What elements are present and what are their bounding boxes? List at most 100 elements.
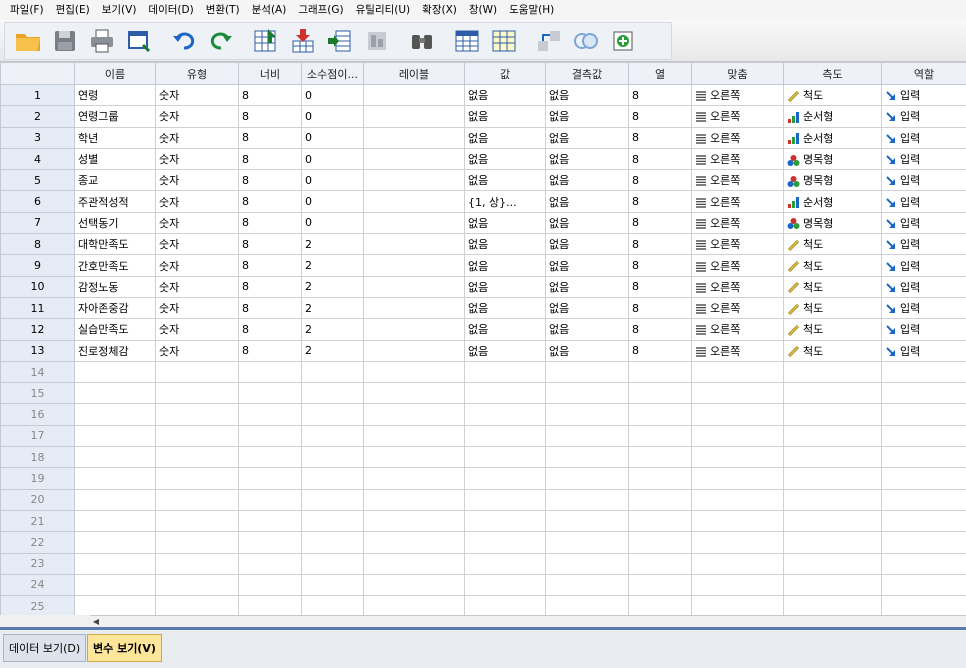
- cell-align[interactable]: 오른쪽: [691, 275, 784, 298]
- cell-align[interactable]: 오른쪽: [691, 105, 784, 128]
- empty-cell[interactable]: [881, 403, 966, 426]
- empty-cell[interactable]: [628, 509, 692, 533]
- cell-align[interactable]: 오른쪽: [691, 126, 784, 149]
- cell-cols[interactable]: 8: [628, 169, 692, 192]
- empty-cell[interactable]: [238, 467, 302, 490]
- cell-align[interactable]: 오른쪽: [691, 318, 784, 341]
- menu-item[interactable]: 보기(V): [96, 0, 143, 20]
- empty-cell[interactable]: [628, 488, 692, 511]
- empty-cell[interactable]: [363, 595, 465, 615]
- cell-values[interactable]: {1, 상}...: [464, 190, 546, 213]
- empty-cell[interactable]: [691, 509, 784, 533]
- cell-type[interactable]: 숫자: [155, 296, 239, 320]
- cell-cols[interactable]: 8: [628, 211, 692, 235]
- cell-role[interactable]: 입력: [881, 254, 966, 277]
- cell-measure[interactable]: 순서형: [783, 190, 882, 213]
- empty-cell[interactable]: [301, 360, 364, 384]
- empty-cell[interactable]: [363, 488, 465, 511]
- value-labels-icon[interactable]: [569, 24, 603, 58]
- empty-cell[interactable]: [155, 382, 239, 405]
- empty-cell[interactable]: [238, 531, 302, 554]
- cell-width[interactable]: 8: [238, 211, 302, 235]
- cell-measure[interactable]: 척도: [783, 83, 882, 107]
- cell-dec[interactable]: 0: [301, 147, 364, 171]
- empty-cell[interactable]: [628, 531, 692, 554]
- empty-cell[interactable]: [301, 403, 364, 426]
- empty-cell[interactable]: [545, 509, 629, 533]
- cell-name[interactable]: 자아존중감: [74, 296, 156, 320]
- empty-cell[interactable]: [881, 382, 966, 405]
- cell-label[interactable]: [363, 233, 465, 256]
- column-header[interactable]: 결측값: [545, 62, 629, 85]
- empty-cell[interactable]: [301, 552, 364, 575]
- empty-cell[interactable]: [464, 595, 546, 615]
- cell-values[interactable]: 없음: [464, 126, 546, 149]
- cell-width[interactable]: 8: [238, 254, 302, 277]
- cell-role[interactable]: 입력: [881, 105, 966, 128]
- empty-cell[interactable]: [881, 552, 966, 575]
- cell-missing[interactable]: 없음: [545, 83, 629, 107]
- empty-cell[interactable]: [691, 552, 784, 575]
- empty-cell[interactable]: [238, 382, 302, 405]
- row-header[interactable]: 16: [0, 403, 75, 426]
- menu-item[interactable]: 도움말(H): [503, 0, 560, 20]
- empty-cell[interactable]: [464, 509, 546, 533]
- row-header[interactable]: 15: [0, 382, 75, 405]
- empty-cell[interactable]: [238, 446, 302, 469]
- cell-missing[interactable]: 없음: [545, 233, 629, 256]
- empty-cell[interactable]: [783, 488, 882, 511]
- empty-cell[interactable]: [545, 382, 629, 405]
- empty-cell[interactable]: [363, 552, 465, 575]
- insert-variable-icon[interactable]: [487, 24, 521, 58]
- cell-name[interactable]: 연령그룹: [74, 105, 156, 128]
- cell-measure[interactable]: 명목형: [783, 211, 882, 235]
- cell-align[interactable]: 오른쪽: [691, 211, 784, 235]
- cell-align[interactable]: 오른쪽: [691, 147, 784, 171]
- empty-cell[interactable]: [363, 403, 465, 426]
- cell-cols[interactable]: 8: [628, 147, 692, 171]
- empty-cell[interactable]: [363, 446, 465, 469]
- insert-cases-icon[interactable]: [450, 24, 484, 58]
- empty-cell[interactable]: [155, 446, 239, 469]
- cell-dec[interactable]: 0: [301, 126, 364, 149]
- tab-variable-view[interactable]: 변수 보기(V): [87, 634, 162, 662]
- empty-cell[interactable]: [628, 573, 692, 597]
- menu-item[interactable]: 데이터(D): [142, 0, 199, 20]
- empty-cell[interactable]: [74, 531, 156, 554]
- cell-name[interactable]: 감정노동: [74, 275, 156, 298]
- cell-cols[interactable]: 8: [628, 296, 692, 320]
- empty-cell[interactable]: [301, 509, 364, 533]
- cell-cols[interactable]: 8: [628, 105, 692, 128]
- cell-role[interactable]: 입력: [881, 211, 966, 235]
- cell-cols[interactable]: 8: [628, 83, 692, 107]
- cell-width[interactable]: 8: [238, 190, 302, 213]
- corner-header[interactable]: [0, 62, 75, 85]
- cell-measure[interactable]: 척도: [783, 254, 882, 277]
- open-folder-icon[interactable]: [11, 24, 45, 58]
- horizontal-scrollbar[interactable]: ◀: [90, 615, 966, 627]
- use-variable-sets-icon[interactable]: [606, 24, 640, 58]
- empty-cell[interactable]: [155, 531, 239, 554]
- menu-item[interactable]: 그래프(G): [292, 0, 349, 20]
- empty-cell[interactable]: [464, 573, 546, 597]
- cell-width[interactable]: 8: [238, 339, 302, 362]
- cell-type[interactable]: 숫자: [155, 169, 239, 192]
- cell-measure[interactable]: 명목형: [783, 147, 882, 171]
- cell-label[interactable]: [363, 275, 465, 298]
- column-header[interactable]: 측도: [783, 62, 882, 85]
- empty-cell[interactable]: [363, 509, 465, 533]
- row-header[interactable]: 13: [0, 339, 75, 362]
- column-header[interactable]: 레이블: [363, 62, 465, 85]
- redo-icon[interactable]: [204, 24, 238, 58]
- cell-missing[interactable]: 없음: [545, 275, 629, 298]
- cell-label[interactable]: [363, 254, 465, 277]
- empty-cell[interactable]: [155, 488, 239, 511]
- column-header[interactable]: 역할: [881, 62, 966, 85]
- cell-align[interactable]: 오른쪽: [691, 233, 784, 256]
- empty-cell[interactable]: [691, 382, 784, 405]
- row-header[interactable]: 9: [0, 254, 75, 277]
- empty-cell[interactable]: [301, 424, 364, 448]
- empty-cell[interactable]: [881, 531, 966, 554]
- empty-cell[interactable]: [783, 424, 882, 448]
- empty-cell[interactable]: [628, 382, 692, 405]
